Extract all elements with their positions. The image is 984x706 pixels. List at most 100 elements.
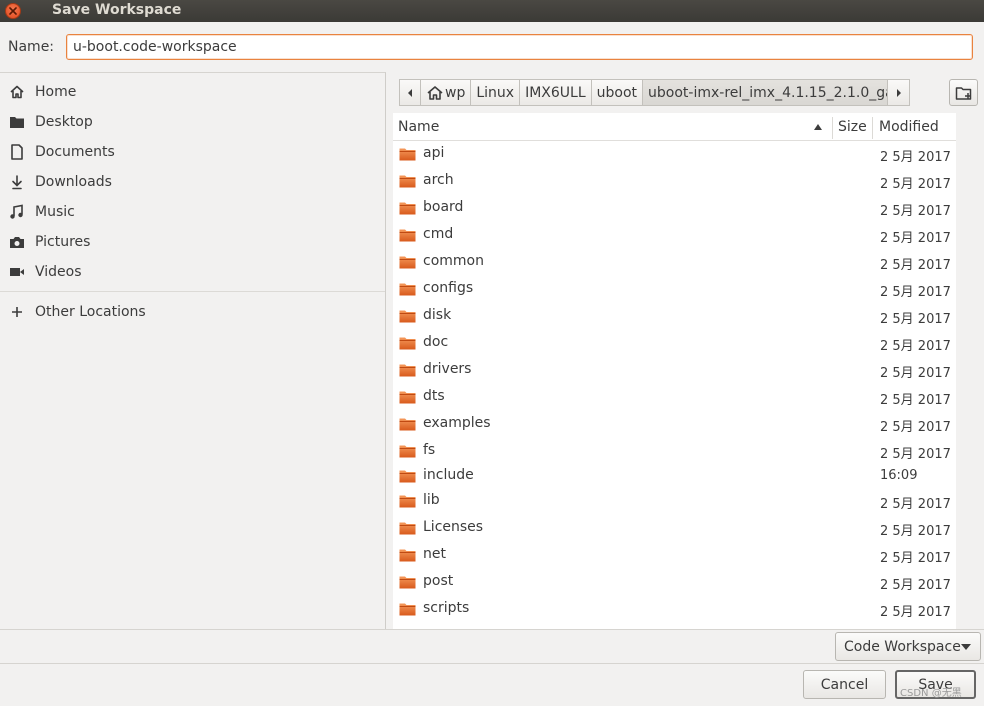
watermark: CSDN @无黑 [900,688,962,699]
file-name: post [423,573,454,589]
path-scroll-right-button[interactable] [888,79,911,106]
video-icon [8,263,26,281]
file-name: drivers [423,361,472,377]
download-icon [8,173,26,191]
file-name: api [423,145,445,161]
file-list-header: Name Size Modified [393,113,956,141]
table-row[interactable]: include 16:09 [393,463,956,490]
table-row[interactable]: dts 2 5月 2017 [393,384,956,411]
file-modified: 2 5月 2017 [880,285,951,300]
table-row[interactable]: examples 2 5月 2017 [393,411,956,438]
file-modified: 16:09 [880,468,918,483]
document-icon [8,143,26,161]
file-name: configs [423,280,474,296]
table-row[interactable]: arch 2 5月 2017 [393,168,956,195]
table-row[interactable]: configs 2 5月 2017 [393,276,956,303]
table-row[interactable]: fs 2 5月 2017 [393,438,956,465]
sidebar-item-home[interactable]: Home [0,77,385,107]
file-modified: 2 5月 2017 [880,578,951,593]
file-name: examples [423,415,491,431]
table-row[interactable]: board 2 5月 2017 [393,195,956,222]
column-header-name[interactable]: Name [398,113,828,141]
folder-icon [399,602,416,616]
sidebar-item-desktop[interactable]: Desktop [0,107,385,137]
folder-icon [399,147,416,161]
breadcrumb-uboot[interactable]: uboot [591,79,644,106]
table-row[interactable]: Licenses 2 5月 2017 [393,515,956,542]
file-modified: 2 5月 2017 [880,447,951,462]
breadcrumb-wp[interactable]: wp [421,79,472,106]
cancel-button[interactable]: Cancel [803,670,886,699]
column-separator [832,117,833,139]
folder-icon [399,469,416,483]
file-name: disk [423,307,452,323]
folder-icon [399,336,416,350]
file-modified: 2 5月 2017 [880,366,951,381]
new-folder-icon [955,86,971,100]
folder-icon [399,255,416,269]
column-header-modified[interactable]: Modified [879,113,954,141]
file-modified: 2 5月 2017 [880,258,951,273]
table-row[interactable]: lib 2 5月 2017 [393,488,956,515]
table-row[interactable]: net 2 5月 2017 [393,542,956,569]
breadcrumb-current-folder[interactable]: uboot-imx-rel_imx_4.1.15_2.1.0_ga [643,79,889,106]
sidebar-item-label: Music [35,204,75,220]
folder-icon [399,363,416,377]
table-row[interactable]: disk 2 5月 2017 [393,303,956,330]
window-title: Save Workspace [52,2,182,18]
chevron-left-icon [408,88,412,97]
camera-icon [8,233,26,251]
table-row[interactable]: post 2 5月 2017 [393,569,956,596]
column-header-size[interactable]: Size [838,113,868,141]
sidebar-item-music[interactable]: Music [0,197,385,227]
table-row[interactable]: drivers 2 5月 2017 [393,357,956,384]
folder-icon [399,174,416,188]
folder-icon [399,494,416,508]
table-row[interactable]: scripts 2 5月 2017 [393,596,956,623]
sidebar-item-videos[interactable]: Videos [0,257,385,287]
table-row[interactable]: api 2 5月 2017 [393,141,956,168]
path-bar: wp Linux IMX6ULL uboot uboot-imx-rel_imx… [399,79,911,106]
sidebar-item-pictures[interactable]: Pictures [0,227,385,257]
file-type-filter-select[interactable]: Code Workspace [835,632,981,661]
folder-icon [399,390,416,404]
breadcrumb-linux[interactable]: Linux [471,79,521,106]
file-modified: 2 5月 2017 [880,231,951,246]
sidebar-item-other-locations[interactable]: Other Locations [0,297,385,327]
sidebar-separator [0,291,385,292]
create-folder-button[interactable] [949,79,978,106]
folder-icon [399,201,416,215]
table-row[interactable]: common 2 5月 2017 [393,249,956,276]
save-dialog: Save Workspace Name: Home Desktop Docume… [0,0,984,706]
sidebar-item-label: Other Locations [35,304,146,320]
breadcrumb-label: wp [445,84,466,101]
column-separator [872,117,873,139]
breadcrumb-imx6ull[interactable]: IMX6ULL [520,79,592,106]
path-scroll-left-button[interactable] [399,79,421,106]
file-name: scripts [423,600,470,616]
file-name: doc [423,334,449,350]
folder-icon [399,575,416,589]
sidebar-item-documents[interactable]: Documents [0,137,385,167]
sidebar-item-label: Documents [35,144,115,160]
file-modified: 2 5月 2017 [880,177,951,192]
file-list[interactable]: Name Size Modified api 2 5月 2017 arch 2 5月 … [393,113,956,629]
sidebar-item-downloads[interactable]: Downloads [0,167,385,197]
folder-icon [399,521,416,535]
sidebar-item-label: Downloads [35,174,112,190]
breadcrumb-label: uboot [596,84,638,101]
breadcrumb-label: IMX6ULL [525,84,586,101]
folder-icon [399,444,416,458]
table-row[interactable]: cmd 2 5月 2017 [393,222,956,249]
file-name: common [423,253,484,269]
file-name: net [423,546,446,562]
file-name: fs [423,442,436,458]
breadcrumb-label: uboot-imx-rel_imx_4.1.15_2.1.0_ga [648,84,889,101]
sidebar-item-label: Pictures [35,234,91,250]
close-button[interactable] [5,3,21,19]
file-modified: 2 5月 2017 [880,393,951,408]
file-name: board [423,199,464,215]
filename-input[interactable] [66,34,973,60]
table-row[interactable]: doc 2 5月 2017 [393,330,956,357]
folder-icon [399,228,416,242]
